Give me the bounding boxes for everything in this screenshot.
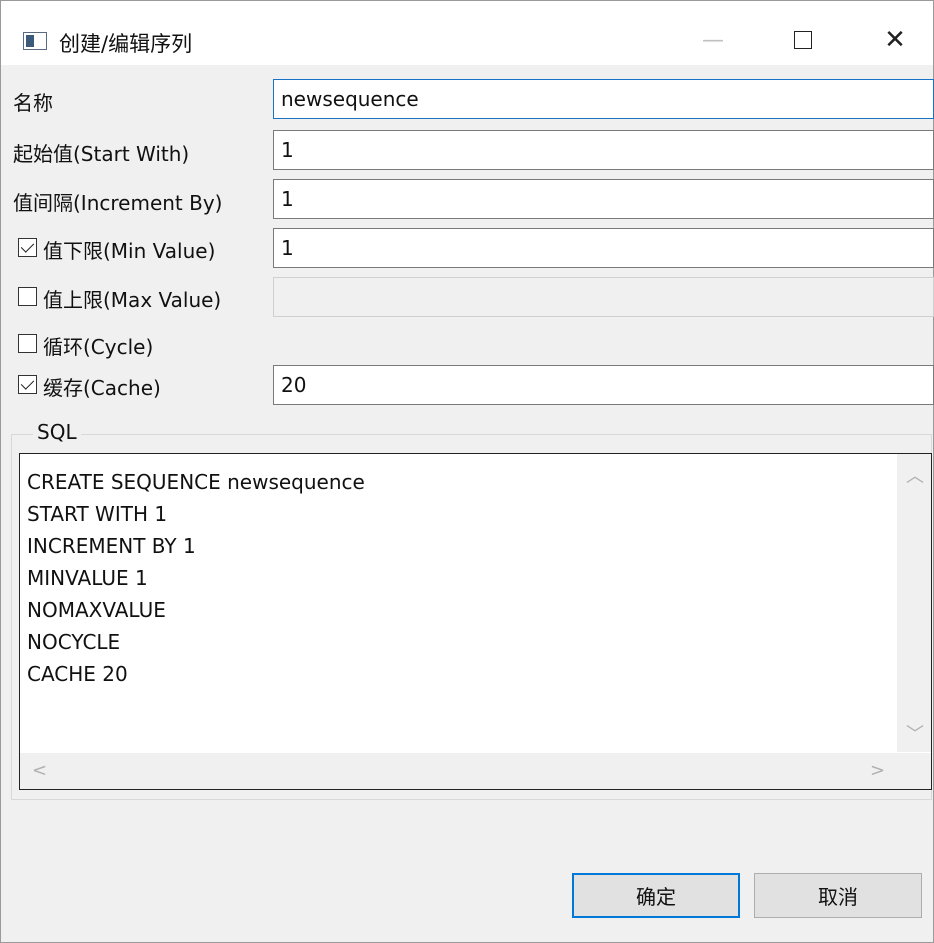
sql-text: CREATE SEQUENCE newsequence START WITH 1…	[27, 470, 365, 686]
max-value-checkbox[interactable]	[18, 287, 37, 306]
chevron-right-icon[interactable]: >	[870, 760, 885, 781]
window-app-icon	[23, 32, 47, 50]
max-value-input	[273, 277, 934, 317]
name-input[interactable]: newsequence	[273, 79, 934, 119]
chevron-left-icon[interactable]: <	[32, 760, 47, 781]
start-with-label: 起始值(Start With)	[13, 142, 190, 166]
sql-preview[interactable]: CREATE SEQUENCE newsequence START WITH 1…	[19, 453, 932, 790]
cache-label: 缓存(Cache)	[43, 376, 161, 400]
minimize-icon: —	[702, 27, 724, 53]
cycle-checkbox[interactable]	[18, 334, 37, 353]
checkmark-icon	[20, 376, 35, 390]
close-button[interactable]: ✕	[863, 15, 927, 65]
minimize-button[interactable]: —	[681, 15, 745, 65]
min-value-label: 值下限(Min Value)	[43, 239, 216, 263]
chevron-down-icon[interactable]: ﹀	[906, 720, 924, 746]
sequence-dialog: 创建/编辑序列 — ✕ 名称 newsequence 起始值(Start Wit…	[0, 0, 934, 943]
increment-by-input[interactable]: 1	[273, 179, 934, 219]
horizontal-scrollbar[interactable]: < >	[20, 753, 931, 789]
vertical-scrollbar[interactable]: ︿ ﹀	[897, 454, 931, 752]
increment-by-label: 值间隔(Increment By)	[13, 191, 223, 215]
min-value-checkbox[interactable]	[18, 238, 37, 257]
ok-button[interactable]: 确定	[572, 873, 740, 918]
cancel-button[interactable]: 取消	[754, 873, 922, 918]
close-icon: ✕	[884, 25, 906, 55]
max-value-label: 值上限(Max Value)	[43, 288, 222, 312]
chevron-up-icon[interactable]: ︿	[906, 462, 924, 488]
cache-input[interactable]: 20	[273, 365, 934, 405]
sql-legend: SQL	[33, 420, 81, 444]
cycle-label: 循环(Cycle)	[43, 335, 154, 359]
maximize-icon	[794, 31, 812, 49]
start-with-input[interactable]: 1	[273, 130, 934, 170]
window-title: 创建/编辑序列	[59, 32, 193, 56]
cache-checkbox[interactable]	[18, 375, 37, 394]
min-value-input[interactable]: 1	[273, 228, 934, 268]
maximize-button[interactable]	[771, 15, 835, 65]
name-label: 名称	[13, 91, 53, 115]
checkmark-icon	[20, 239, 35, 253]
title-bar[interactable]: 创建/编辑序列 — ✕	[1, 1, 933, 65]
